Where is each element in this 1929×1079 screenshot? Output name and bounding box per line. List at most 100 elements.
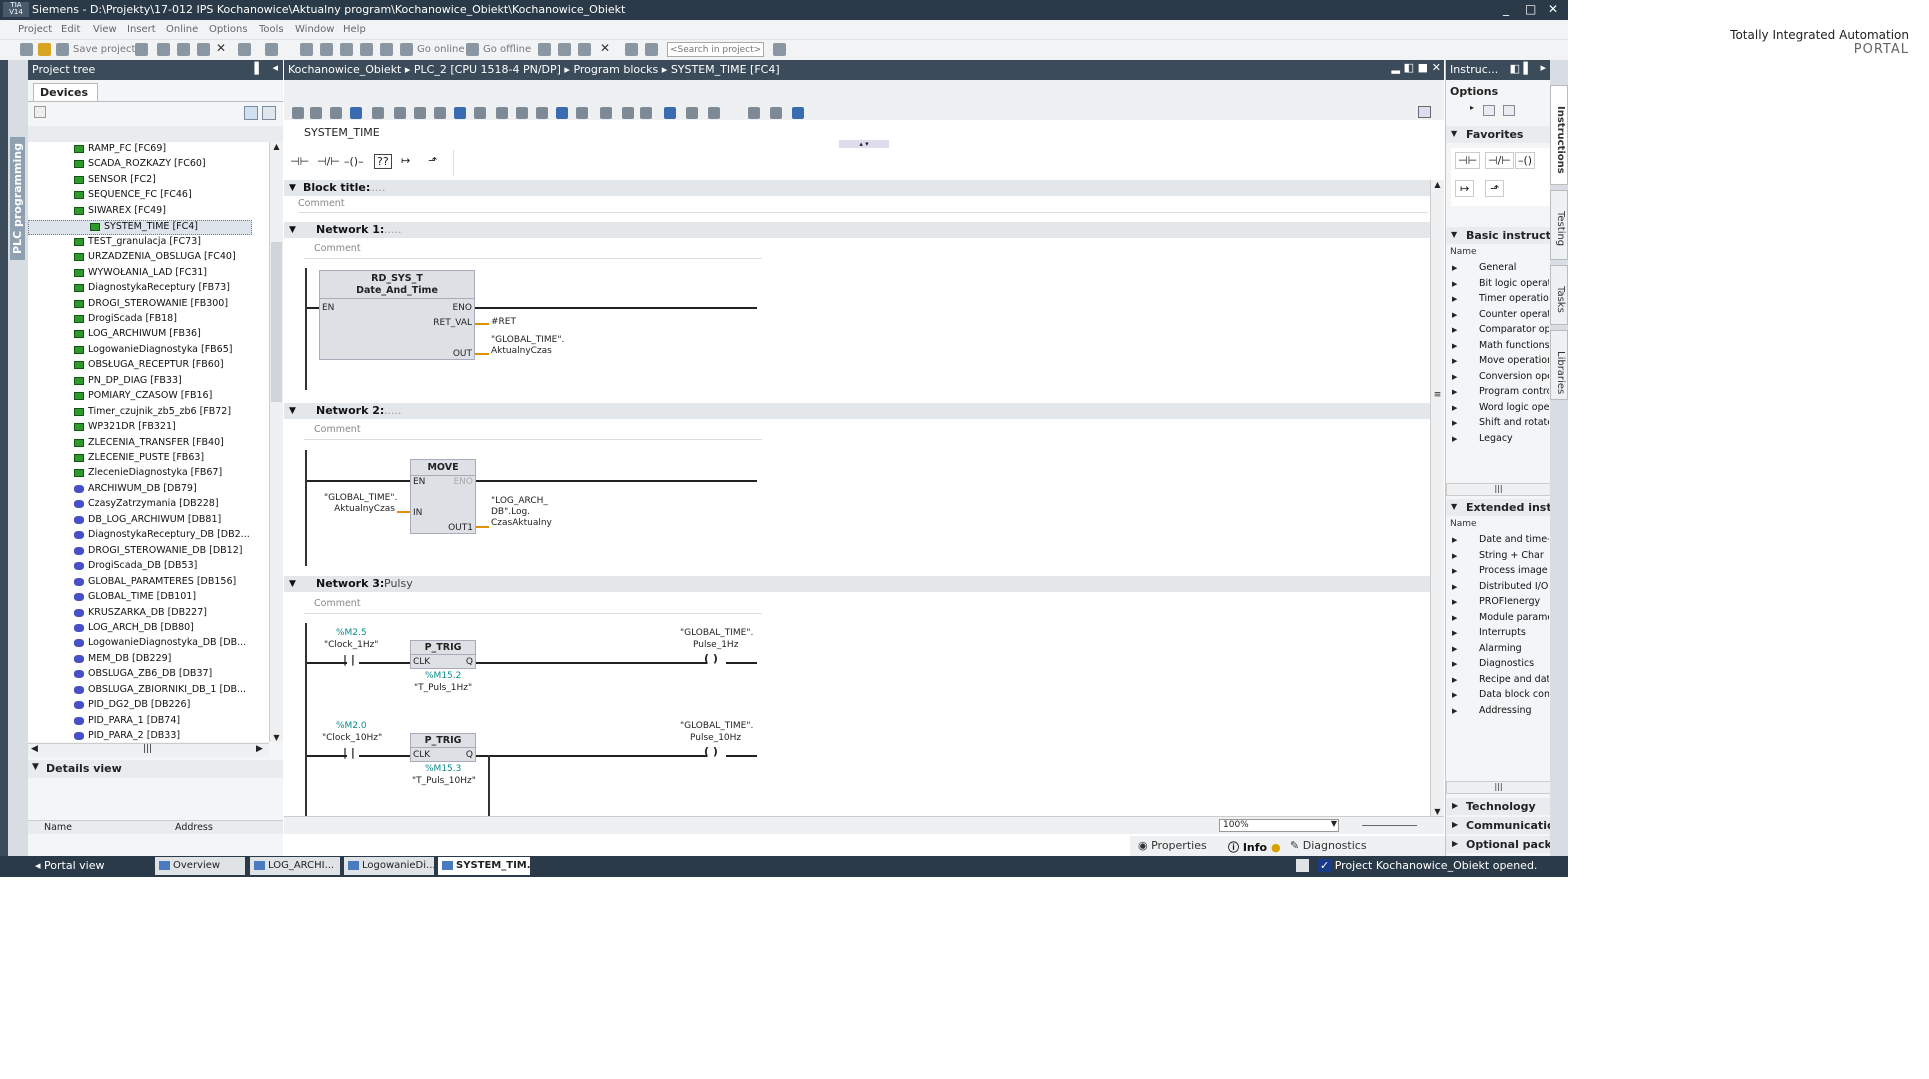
move-en-pin[interactable]: EN [413,477,425,487]
tree-item[interactable]: PID_PARA_2 [DB33] [74,730,180,742]
no-contact-icon[interactable]: | | [343,746,355,759]
absolute-operands-icon[interactable] [394,107,406,119]
print-icon[interactable] [135,43,148,56]
move-out-operand-1[interactable]: "LOG_ARCH_ [491,496,548,507]
tab-devices[interactable]: Devices [33,83,98,101]
chevron-right-icon[interactable]: ▶ [1452,419,1457,427]
tree-item[interactable]: PID_PARA_1 [DB74] [74,715,180,730]
chevron-right-icon[interactable]: ▶ [1452,280,1457,288]
block-title-row[interactable]: ▼ Block title: ..... [284,180,1430,196]
tree-item[interactable]: SCADA_ROZKAZY [FC60] [74,158,206,173]
coil-2-operand-2[interactable]: Pulse_10Hz [690,733,741,744]
p-trig-2-mem-tag[interactable]: "T_Puls_10Hz" [412,776,476,787]
p-trig-1-box[interactable]: P_TRIG CLK Q [410,640,476,669]
chevron-right-icon[interactable]: ▸ [1470,103,1474,112]
move-in-operand-2[interactable]: AktualnyCzas [324,504,395,515]
pin-icon[interactable]: ▌ [1524,62,1532,75]
tree-item[interactable]: ZlecenieDiagnostyka [FB67] [74,467,222,482]
chevron-right-icon[interactable]: ▶ [1452,583,1457,591]
tree-item[interactable]: ZLECENIE_PUSTE [FB63] [74,452,204,467]
undo-icon[interactable] [238,43,251,56]
maximize-icon[interactable]: □ [1525,2,1536,16]
network-1-header[interactable]: ▼ Network 1: ..... [284,222,1430,238]
portal-view-button[interactable]: ◂ Portal view [35,859,104,872]
save-icon[interactable] [56,43,69,56]
p-trig-2-box[interactable]: P_TRIG CLK Q [410,733,476,762]
network-3-comment[interactable]: Comment [314,598,361,609]
rd-sys-t-retval-pin[interactable]: RET_VAL [433,318,472,328]
instruction-folder[interactable]: Bit logic operati [1479,278,1549,289]
chevron-right-icon[interactable]: ▶ [1452,691,1457,699]
collapse-pane-icon[interactable]: ◂ [272,61,278,74]
chevron-right-icon[interactable]: ▶ [1452,614,1457,622]
chevron-right-icon[interactable]: ▶ [1452,707,1457,715]
tree-item[interactable]: URZADZENIA_OBSLUGA [FC40] [74,251,236,266]
chevron-right-icon[interactable]: ▶ [1452,801,1458,810]
instruction-folder[interactable]: Shift and rotate [1479,417,1549,428]
out-operand-line-1[interactable]: "GLOBAL_TIME". [491,335,564,346]
coil-icon[interactable]: –() [1515,152,1536,169]
search-in-project-input[interactable] [667,42,764,57]
float-icon[interactable]: ◧ [1510,62,1520,75]
instruction-folder[interactable]: Program control [1479,386,1549,397]
chevron-right-icon[interactable]: ▶ [1452,645,1457,653]
add-row-icon[interactable] [350,107,362,119]
show-comments-icon[interactable] [516,107,528,119]
breadcrumb-project[interactable]: Kochanowice_Obiekt [288,63,401,76]
close-branch-icon[interactable]: ⬏ [428,154,437,167]
tree-item[interactable]: DROGI_STEROWANIE_DB [DB12] [74,545,242,560]
go-to-icon[interactable] [372,107,384,119]
tree-item[interactable]: LogowanieDiagnostyka [FB65] [74,344,232,359]
coil-2-operand-1[interactable]: "GLOBAL_TIME". [680,721,753,732]
interface-toggle-icon[interactable] [1418,106,1431,118]
tree-item[interactable]: SENSOR [FC2] [74,174,156,189]
move-box[interactable]: MOVE EN ENO IN OUT1 [410,459,476,534]
settings-icon[interactable] [792,107,804,119]
go-to-error-icon[interactable] [622,107,634,119]
coil-1-operand-2[interactable]: Pulse_1Hz [693,640,738,651]
delete-icon[interactable]: ✕ [216,41,229,55]
favorites-section[interactable]: ▼ Favorites [1446,126,1551,143]
go-online-button[interactable]: Go online [417,44,465,55]
technology-section[interactable]: ▶ Technology [1446,798,1551,815]
chevron-down-icon[interactable]: ▼ [1451,502,1457,511]
no-contact-icon[interactable]: ⊣⊢ [1455,152,1481,169]
chevron-right-icon[interactable]: ▶ [1452,435,1457,443]
search-icon[interactable] [773,43,786,56]
cut-icon[interactable] [157,43,170,56]
instruction-folder[interactable]: Module parame [1479,612,1549,623]
p-trig-1-mem-tag[interactable]: "T_Puls_1Hz" [414,683,472,694]
splitter-handle[interactable]: ▴ ▾ [839,140,889,148]
view-grid-icon[interactable] [1503,105,1515,116]
chevron-right-icon[interactable]: ▶ [1452,388,1457,396]
editor-float-icon[interactable]: ◧ [1404,61,1414,74]
tree-item[interactable]: OBSLUGA_ZB6_DB [DB37] [74,668,212,683]
overview-icon[interactable] [244,106,258,120]
block-title-value[interactable]: ..... [368,181,385,194]
tree-item[interactable]: WP321DR [FB321] [74,421,176,436]
tab-instructions[interactable]: Instructions [1550,85,1568,185]
tree-item[interactable]: PID_DG2_DB [DB226] [74,699,190,714]
network-comment-icon[interactable] [600,107,612,119]
download-icon[interactable] [320,43,333,56]
chevron-right-icon[interactable]: ▶ [1452,598,1457,606]
go-online-icon[interactable] [400,43,413,56]
insert-network-icon[interactable] [292,107,304,119]
network-2-title[interactable]: ..... [384,404,401,417]
breadcrumb-block[interactable]: SYSTEM_TIME [FC4] [671,63,780,76]
move-in-operand-1[interactable]: "GLOBAL_TIME". [324,493,397,504]
contact-1-tag[interactable]: "Clock_1Hz" [324,640,378,651]
p-trig-1-q-pin[interactable]: Q [466,657,473,667]
instruction-folder[interactable]: Date and time-c [1479,534,1549,545]
nc-contact-icon[interactable]: ⊣/⊢ [1485,152,1514,169]
chevron-right-icon[interactable]: ▶ [1452,295,1457,303]
coil-icon[interactable]: ( ) [704,745,718,758]
empty-box-icon[interactable]: ?? [374,154,392,169]
chevron-down-icon[interactable]: ▼ [32,762,39,772]
menu-tools[interactable]: Tools [259,24,284,35]
tree-item[interactable]: LOG_ARCHIWUM [FB36] [74,328,201,343]
chevron-right-icon[interactable]: ▶ [1452,536,1457,544]
insert-row-icon[interactable] [330,107,342,119]
instruction-folder[interactable]: Timer operation [1479,293,1549,304]
delete-network-icon[interactable] [310,107,322,119]
